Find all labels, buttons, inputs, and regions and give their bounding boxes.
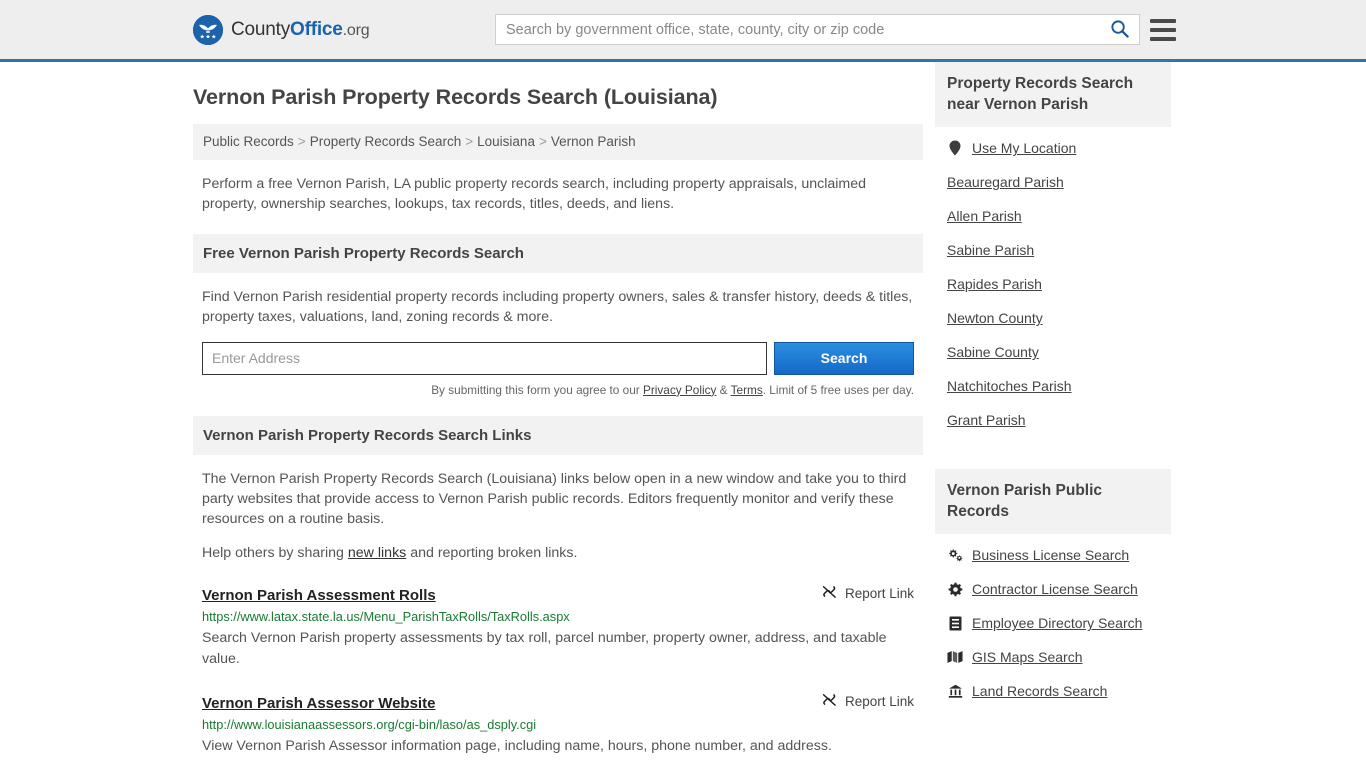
breadcrumb-separator: > <box>465 134 474 149</box>
report-link-label: Report Link <box>844 585 914 601</box>
site-logo[interactable]: CountyOffice.org <box>193 14 370 45</box>
sidebar-nearby-list: Use My Location Beauregard Parish Allen … <box>935 127 1171 437</box>
sidebar-item-label: Sabine Parish <box>947 242 1035 259</box>
id-card-icon <box>947 616 963 631</box>
result-item: Vernon Parish Assessor Website Report Li… <box>202 691 914 757</box>
main-content-column: Vernon Parish Property Records Search (L… <box>193 62 923 757</box>
sidebar: Property Records Search near Vernon Pari… <box>935 62 1171 757</box>
sidebar-item-sabine-county[interactable]: Sabine County <box>947 335 1159 369</box>
logo-text-org: .org <box>342 21 370 39</box>
sidebar-item-rapides-parish[interactable]: Rapides Parish <box>947 267 1159 301</box>
help-text-pre: Help others by sharing <box>202 545 348 562</box>
global-search-bar <box>495 14 1140 45</box>
links-section-description: The Vernon Parish Property Records Searc… <box>202 470 907 528</box>
sidebar-item-land-records-search[interactable]: Land Records Search <box>947 674 1159 708</box>
page-title: Vernon Parish Property Records Search (L… <box>193 85 718 109</box>
result-title-link[interactable]: Vernon Parish Assessment Rolls <box>202 587 436 604</box>
landmark-icon <box>947 684 963 699</box>
sidebar-item-label: Land Records Search <box>972 683 1108 700</box>
disclaimer-text-pre: By submitting this form you agree to our <box>431 382 643 397</box>
cog-icon <box>947 582 963 597</box>
hamburger-bar-1 <box>1150 18 1176 23</box>
logo-text-office: Office <box>290 18 343 40</box>
broken-link-icon <box>821 691 838 711</box>
search-icon <box>1110 19 1129 41</box>
breadcrumb-item-vernon-parish[interactable]: Vernon Parish <box>551 134 636 149</box>
result-item: Vernon Parish Assessment Rolls Report Li… <box>202 583 914 669</box>
free-search-description: Find Vernon Parish residential property … <box>202 288 913 325</box>
report-link-button[interactable]: Report Link <box>821 583 914 603</box>
breadcrumb-item-property-records-search[interactable]: Property Records Search <box>310 134 462 149</box>
result-description: Search Vernon Parish property assessment… <box>202 630 887 667</box>
sidebar-item-label: Employee Directory Search <box>972 615 1143 632</box>
sidebar-item-label: Grant Parish <box>947 412 1026 429</box>
sidebar-item-contractor-license-search[interactable]: Contractor License Search <box>947 572 1159 606</box>
free-search-section-heading: Free Vernon Parish Property Records Sear… <box>193 233 923 273</box>
intro-paragraph: Perform a free Vernon Parish, LA public … <box>202 176 866 213</box>
page-container: Vernon Parish Property Records Search (L… <box>0 62 1366 757</box>
sidebar-item-label: Rapides Parish <box>947 276 1042 293</box>
breadcrumb-separator: > <box>538 134 547 149</box>
eagle-stars-logo-icon <box>193 14 223 45</box>
map-icon <box>947 650 963 664</box>
sidebar-item-label: Allen Parish <box>947 208 1022 225</box>
result-url: https://www.latax.state.la.us/Menu_Paris… <box>202 609 570 625</box>
sidebar-nearby-heading: Property Records Search near Vernon Pari… <box>935 62 1171 128</box>
breadcrumb-separator: > <box>297 134 306 149</box>
sidebar-public-records-list: Business License Search Contractor Licen… <box>935 534 1171 708</box>
hamburger-menu-icon[interactable] <box>1150 18 1176 41</box>
disclaimer-text-post: . Limit of 5 free uses per day. <box>762 382 914 397</box>
report-link-label: Report Link <box>844 693 914 709</box>
sidebar-item-natchitoches-parish[interactable]: Natchitoches Parish <box>947 369 1159 403</box>
help-text-post: and reporting broken links. <box>406 545 578 562</box>
help-others-line: Help others by sharing new links and rep… <box>193 545 923 561</box>
sidebar-item-beauregard-parish[interactable]: Beauregard Parish <box>947 165 1159 199</box>
address-search-input[interactable] <box>202 341 768 375</box>
new-links-link[interactable]: new links <box>348 545 406 561</box>
address-search-form: Search <box>202 341 914 375</box>
map-pin-icon <box>947 140 963 156</box>
breadcrumb-item-louisiana[interactable]: Louisiana <box>477 134 535 149</box>
sidebar-item-sabine-parish[interactable]: Sabine Parish <box>947 233 1159 267</box>
sidebar-item-newton-county[interactable]: Newton County <box>947 301 1159 335</box>
terms-link[interactable]: Terms <box>731 383 763 397</box>
sidebar-item-employee-directory-search[interactable]: Employee Directory Search <box>947 606 1159 640</box>
address-search-button[interactable]: Search <box>774 341 914 375</box>
result-url: http://www.louisianaassessors.org/cgi-bi… <box>202 717 537 733</box>
hamburger-bar-3 <box>1150 36 1176 41</box>
links-section-heading: Vernon Parish Property Records Search Li… <box>193 415 923 455</box>
sidebar-item-label: Beauregard Parish <box>947 174 1064 191</box>
sidebar-public-records-heading: Vernon Parish Public Records <box>935 469 1171 535</box>
sidebar-item-grant-parish[interactable]: Grant Parish <box>947 403 1159 437</box>
sidebar-item-label: Business License Search <box>972 547 1130 564</box>
result-description: View Vernon Parish Assessor information … <box>202 738 832 755</box>
form-disclaimer: By submitting this form you agree to our… <box>193 383 914 397</box>
sidebar-item-use-my-location[interactable]: Use My Location <box>947 131 1159 165</box>
sidebar-item-label: Contractor License Search <box>972 581 1138 598</box>
site-logo-text: CountyOffice.org <box>231 18 370 41</box>
sidebar-item-gis-maps-search[interactable]: GIS Maps Search <box>947 640 1159 674</box>
logo-text-county: County <box>231 18 291 40</box>
report-link-button[interactable]: Report Link <box>821 691 914 711</box>
sidebar-item-label: Use My Location <box>972 140 1077 157</box>
global-search-submit-button[interactable] <box>1099 15 1139 44</box>
global-search-input[interactable] <box>496 15 1099 44</box>
result-title-link[interactable]: Vernon Parish Assessor Website <box>202 695 435 712</box>
sidebar-item-label: GIS Maps Search <box>972 649 1083 666</box>
disclaimer-text-amp: & <box>716 382 731 397</box>
cogs-icon <box>947 548 963 562</box>
sidebar-item-allen-parish[interactable]: Allen Parish <box>947 199 1159 233</box>
hamburger-bar-2 <box>1150 27 1176 32</box>
sidebar-item-label: Newton County <box>947 310 1043 327</box>
site-header: CountyOffice.org <box>0 0 1366 62</box>
sidebar-item-business-license-search[interactable]: Business License Search <box>947 538 1159 572</box>
sidebar-item-label: Natchitoches Parish <box>947 378 1072 395</box>
breadcrumb-item-public-records[interactable]: Public Records <box>203 134 294 149</box>
broken-link-icon <box>821 583 838 603</box>
privacy-policy-link[interactable]: Privacy Policy <box>643 383 716 397</box>
breadcrumb: Public Records > Property Records Search > L… <box>193 124 923 161</box>
sidebar-item-label: Sabine County <box>947 344 1039 361</box>
